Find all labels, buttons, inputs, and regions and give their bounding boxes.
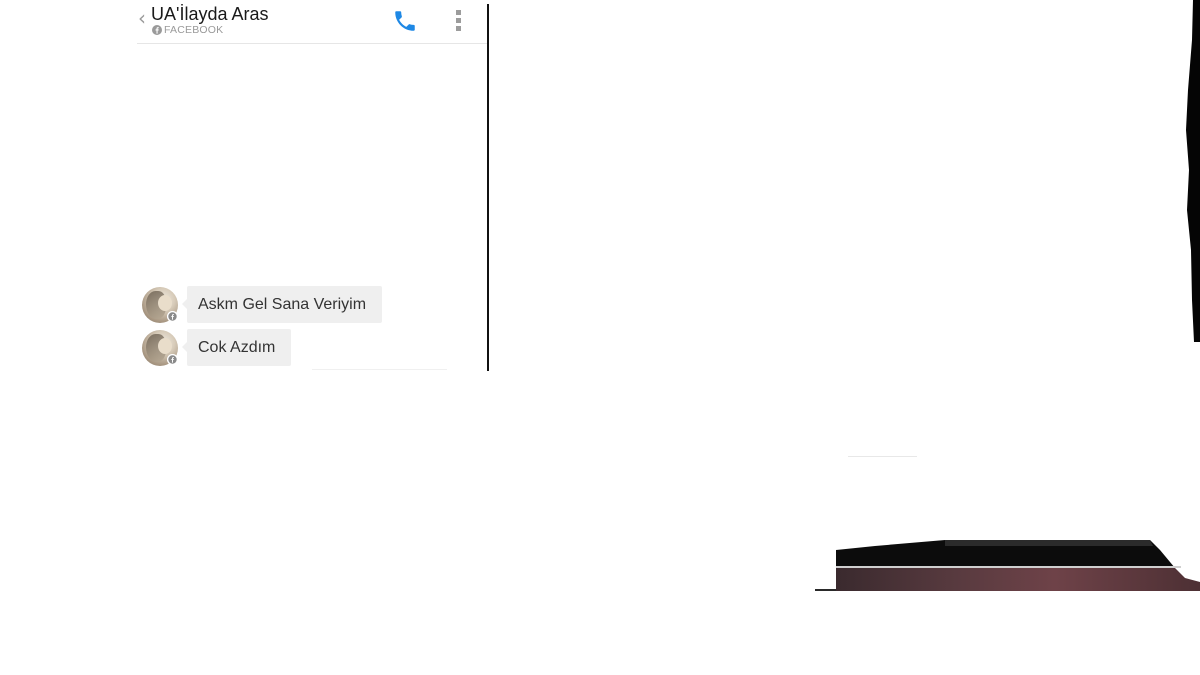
phone-icon[interactable] [392, 8, 418, 34]
divider [312, 369, 447, 370]
source-row: FACEBOOK [152, 24, 223, 36]
more-vertical-icon[interactable] [454, 10, 462, 32]
message-row: Cok Azdım [142, 329, 294, 366]
chevron-left-icon[interactable]: ‹ [138, 8, 146, 28]
contact-name: UA'İlayda Aras [151, 4, 269, 24]
message-row: Askm Gel Sana Veriyim [142, 286, 387, 323]
message-bubble: Cok Azdım [181, 329, 292, 366]
panel-border [487, 4, 489, 371]
facebook-badge-icon [167, 311, 178, 322]
facebook-badge-icon [167, 354, 178, 365]
chat-header: ‹ UA'İlayda Aras FACEBOOK [137, 0, 488, 44]
screenshot-canvas: ‹ UA'İlayda Aras FACEBOOK Askm Gel Sana … [0, 0, 1200, 675]
facebook-icon [152, 25, 162, 35]
message-bubble: Askm Gel Sana Veriyim [181, 286, 383, 323]
image-fragment [815, 540, 1200, 591]
edge-artifact [1186, 0, 1200, 342]
chat-panel: ‹ UA'İlayda Aras FACEBOOK Askm Gel Sana … [137, 0, 488, 371]
divider [848, 456, 917, 457]
source-label: FACEBOOK [164, 24, 224, 36]
